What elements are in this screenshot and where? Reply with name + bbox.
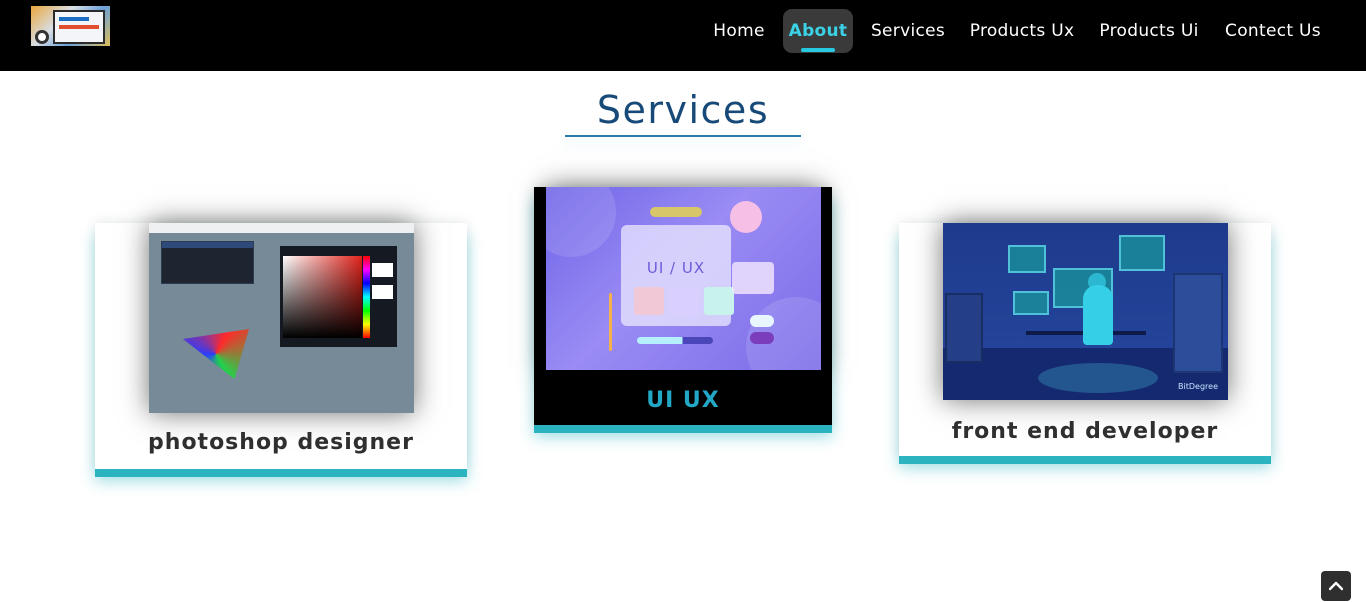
floor-glow	[1038, 363, 1158, 393]
title-underline	[565, 135, 801, 137]
color-gradient	[283, 256, 362, 338]
nav-home[interactable]: Home	[703, 9, 775, 53]
nav-about[interactable]: About	[783, 9, 853, 53]
card-label-uiux: UI UX	[646, 388, 720, 413]
logo-coffee-cup	[35, 30, 49, 44]
bookshelf	[945, 293, 983, 363]
service-card-photoshop[interactable]: photoshop designer	[95, 223, 467, 469]
window-titlebar	[149, 223, 414, 233]
nav-contact-us[interactable]: Contect Us	[1216, 9, 1330, 53]
monitor	[1013, 291, 1049, 315]
rgb-triangle	[183, 329, 249, 379]
toggle-switch	[750, 332, 774, 344]
avatar-icon	[730, 201, 762, 233]
card-label-photoshop: photoshop designer	[148, 430, 414, 455]
original-swatch	[372, 285, 393, 299]
ui-tile	[669, 287, 699, 315]
progress-slider	[637, 337, 713, 344]
nav-services[interactable]: Services	[862, 9, 954, 53]
nav-products-ux[interactable]: Products Ux	[962, 9, 1082, 53]
nav-products-ui[interactable]: Products Ui	[1091, 9, 1207, 53]
service-card-uiux[interactable]: UI / UX UI UX	[534, 187, 832, 425]
bg-blob	[546, 187, 616, 257]
monitor	[1008, 245, 1046, 273]
logo-bottom-strip	[31, 46, 110, 52]
vertical-slider	[609, 293, 612, 351]
monitor	[1119, 235, 1165, 271]
hue-bar	[363, 256, 370, 338]
ui-tile	[704, 287, 734, 315]
service-card-frontend[interactable]: BitDegree front end developer	[899, 223, 1271, 456]
triangle-panel	[161, 241, 254, 284]
ui-tile	[634, 287, 664, 315]
rating-stars	[650, 207, 702, 217]
navbar: Home About Services Products Ux Products…	[0, 0, 1366, 71]
frontend-image: BitDegree	[943, 223, 1228, 400]
uiux-image: UI / UX	[546, 187, 821, 370]
site-logo[interactable]	[31, 6, 110, 52]
cabinet	[1173, 273, 1223, 373]
toggle-switch	[750, 315, 774, 327]
scroll-to-top-button[interactable]	[1321, 571, 1351, 601]
current-swatch	[372, 263, 393, 277]
card-label-frontend: front end developer	[951, 419, 1219, 444]
image-placeholder-icon	[732, 262, 774, 294]
section-title: Services	[596, 88, 770, 132]
chevron-up-icon	[1329, 581, 1343, 591]
image-brand: BitDegree	[1178, 382, 1218, 391]
photoshop-image	[149, 223, 414, 413]
uiux-image-text: UI / UX	[646, 259, 706, 277]
developer-figure	[1083, 285, 1113, 345]
logo-laptop-screen	[53, 10, 105, 44]
